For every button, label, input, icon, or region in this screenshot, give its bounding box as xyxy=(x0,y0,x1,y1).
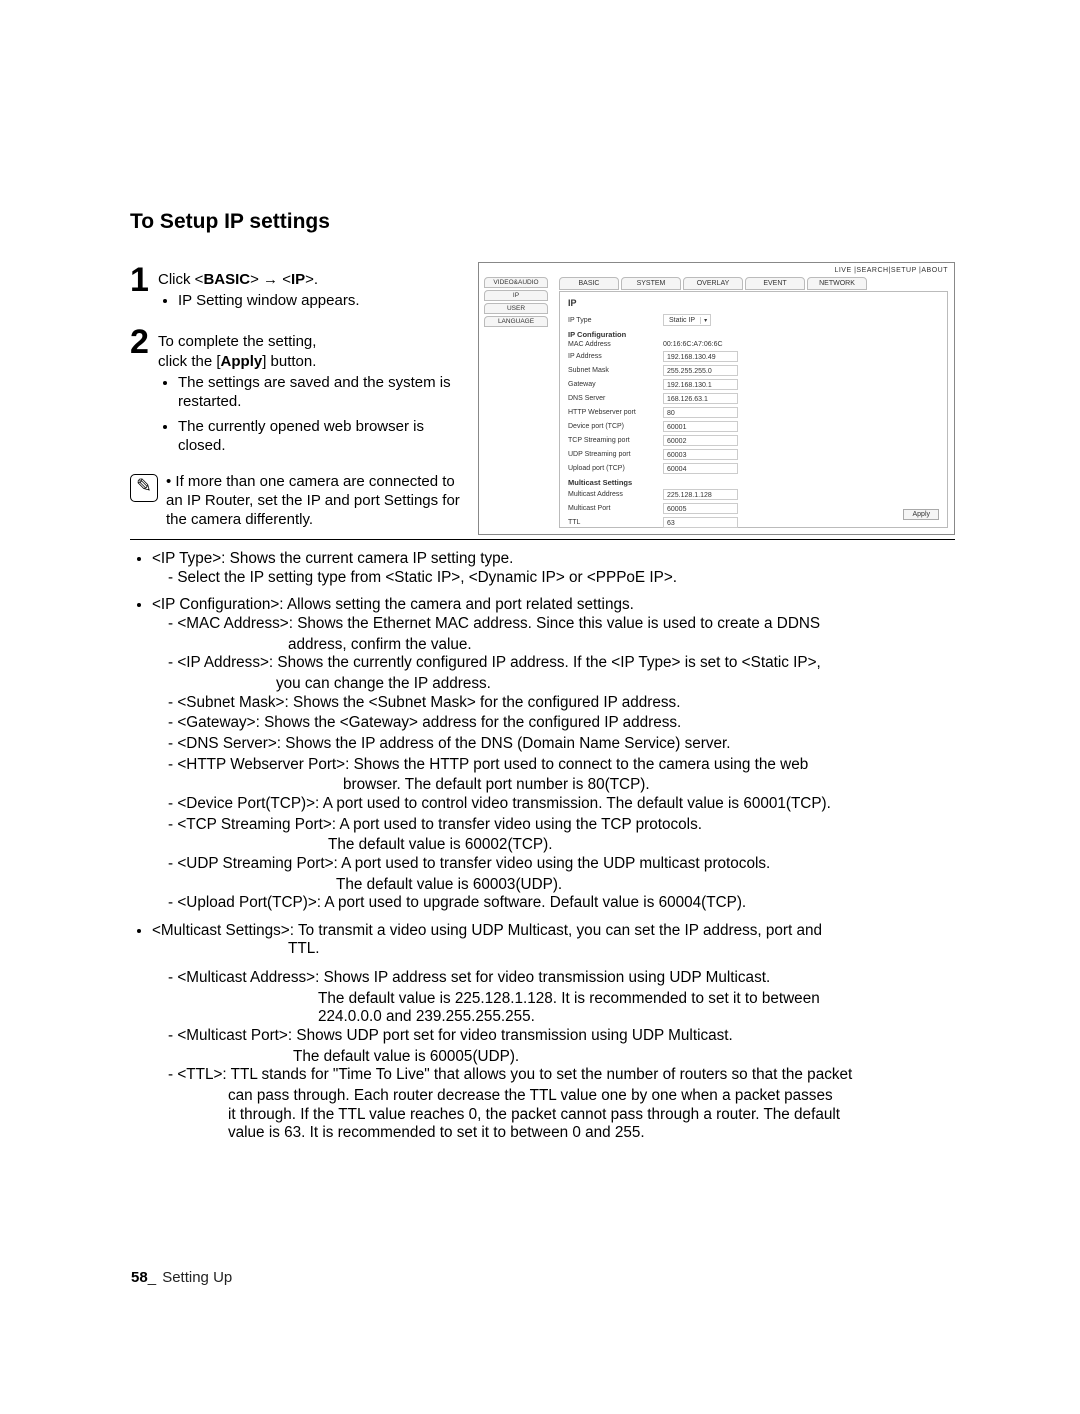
f-sm-l: Subnet Mask xyxy=(568,367,663,374)
def-dev: - <Device Port(TCP)>: A port used to con… xyxy=(168,795,955,814)
def-dns: - <DNS Server>: Shows the IP address of … xyxy=(168,735,955,754)
def-ma: - <Multicast Address>: Shows IP address … xyxy=(168,969,955,988)
def-iptype: <IP Type>: Shows the current camera IP s… xyxy=(152,550,513,567)
step-number-1: 1 xyxy=(130,262,158,320)
m-port-l: Multicast Port xyxy=(568,505,663,512)
panel-title: IP xyxy=(568,298,939,308)
f-dns-v[interactable]: 168.126.63.1 xyxy=(663,393,738,404)
note-text: • If more than one camera are connected … xyxy=(158,472,460,530)
f-http-l: HTTP Webserver port xyxy=(568,409,663,416)
def-ttl-2: can pass through. Each router decrease t… xyxy=(168,1087,955,1106)
m-addr-l: Multicast Address xyxy=(568,491,663,498)
chevron-down-icon: ▾ xyxy=(700,317,710,324)
side-language[interactable]: LANGUAGE xyxy=(484,316,548,327)
m-port-v[interactable]: 60005 xyxy=(663,503,738,514)
shot-tabs: BASIC SYSTEM OVERLAY EVENT NETWORK xyxy=(559,277,954,290)
def-mp: - <Multicast Port>: Shows UDP port set f… xyxy=(168,1027,955,1046)
iptype-select[interactable]: Static IP▾ xyxy=(663,314,711,326)
m-ttl-v[interactable]: 63 xyxy=(663,517,738,528)
shot-topnav: LIVE |SEARCH|SETUP |ABOUT xyxy=(834,267,948,274)
section-name: Setting Up xyxy=(162,1269,232,1286)
step2-line2: click the [Apply] button. xyxy=(158,353,316,370)
step-number-2: 2 xyxy=(130,324,158,465)
f-mac-l: MAC Address xyxy=(568,341,663,348)
shot-sidebar: VIDEO&AUDIO IP USER LANGUAGE xyxy=(484,277,548,327)
tab-system[interactable]: SYSTEM xyxy=(621,277,681,290)
page-number: 58 xyxy=(131,1269,148,1286)
def-udp-2: The default value is 60003(UDP). xyxy=(168,876,955,895)
def-tcp-2: The default value is 60002(TCP). xyxy=(168,836,955,855)
config-screenshot: LIVE |SEARCH|SETUP |ABOUT VIDEO&AUDIO IP… xyxy=(478,262,955,535)
step-2: 2 To complete the setting, click the [Ap… xyxy=(130,324,460,465)
f-up-v[interactable]: 60004 xyxy=(663,463,738,474)
def-ma-3: 224.0.0.0 and 239.255.255.255. xyxy=(168,1008,955,1027)
f-udp-v[interactable]: 60003 xyxy=(663,449,738,460)
ipconfig-heading: IP Configuration xyxy=(568,330,939,339)
page-footer: 58_ Setting Up xyxy=(131,1269,232,1286)
step-1: 1 Click <BASIC> → <IP>. IP Setting windo… xyxy=(130,262,460,320)
def-ttl: - <TTL>: TTL stands for "Time To Live" t… xyxy=(168,1066,955,1085)
iptype-label: IP Type xyxy=(568,317,663,324)
def-http: - <HTTP Webserver Port>: Shows the HTTP … xyxy=(168,756,955,775)
side-ip[interactable]: IP xyxy=(484,290,548,301)
f-mac-v: 00:16:6C:A7:06:6C xyxy=(663,341,723,348)
step2-bullet-1: The settings are saved and the system is… xyxy=(178,373,460,411)
def-ma-2: The default value is 225.128.1.128. It i… xyxy=(168,990,955,1009)
def-up: - <Upload Port(TCP)>: A port used to upg… xyxy=(168,894,955,913)
tab-overlay[interactable]: OVERLAY xyxy=(683,277,743,290)
def-mac-2: address, confirm the value. xyxy=(168,636,955,655)
definitions: <IP Type>: Shows the current camera IP s… xyxy=(130,540,955,1143)
step1-bullet: IP Setting window appears. xyxy=(178,291,460,310)
m-ttl-l: TTL xyxy=(568,519,663,526)
tab-event[interactable]: EVENT xyxy=(745,277,805,290)
f-up-l: Upload port (TCP) xyxy=(568,465,663,472)
f-gw-v[interactable]: 192.168.130.1 xyxy=(663,379,738,390)
def-sm: - <Subnet Mask>: Shows the <Subnet Mask>… xyxy=(168,694,955,713)
def-ip-2: you can change the IP address. xyxy=(168,675,955,694)
f-tcp-v[interactable]: 60002 xyxy=(663,435,738,446)
def-mp-2: The default value is 60005(UDP). xyxy=(168,1048,955,1067)
def-mcast-b: TTL. xyxy=(152,940,955,959)
f-sm-v[interactable]: 255.255.255.0 xyxy=(663,365,738,376)
def-mac: - <MAC Address>: Shows the Ethernet MAC … xyxy=(168,615,955,634)
def-udp: - <UDP Streaming Port>: A port used to t… xyxy=(168,855,955,874)
f-tcp-l: TCP Streaming port xyxy=(568,437,663,444)
tab-basic[interactable]: BASIC xyxy=(559,277,619,290)
def-gw: - <Gateway>: Shows the <Gateway> address… xyxy=(168,714,955,733)
f-ip-l: IP Address xyxy=(568,353,663,360)
side-user[interactable]: USER xyxy=(484,303,548,314)
mcast-heading: Multicast Settings xyxy=(568,478,939,487)
step2-line1: To complete the setting, xyxy=(158,333,316,350)
def-ip: - <IP Address>: Shows the currently conf… xyxy=(168,654,955,673)
def-http-2: browser. The default port number is 80(T… xyxy=(168,776,955,795)
f-ip-v[interactable]: 192.168.130.49 xyxy=(663,351,738,362)
note-icon: ✎ xyxy=(130,474,158,502)
f-dns-l: DNS Server xyxy=(568,395,663,402)
side-videoaudio[interactable]: VIDEO&AUDIO xyxy=(484,277,548,288)
def-ttl-4: value is 63. It is recommended to set it… xyxy=(168,1124,955,1143)
f-http-v[interactable]: 80 xyxy=(663,407,738,418)
def-ipconfig: <IP Configuration>: Allows setting the c… xyxy=(152,596,634,613)
f-udp-l: UDP Streaming port xyxy=(568,451,663,458)
section-heading: To Setup IP settings xyxy=(130,210,955,234)
f-gw-l: Gateway xyxy=(568,381,663,388)
def-mcast: <Multicast Settings>: To transmit a vide… xyxy=(152,922,822,939)
step2-bullet-2: The currently opened web browser is clos… xyxy=(178,417,460,455)
f-dev-l: Device port (TCP) xyxy=(568,423,663,430)
def-ttl-3: it through. If the TTL value reaches 0, … xyxy=(168,1106,955,1125)
apply-button[interactable]: Apply xyxy=(903,509,939,520)
tab-network[interactable]: NETWORK xyxy=(807,277,867,290)
def-iptype-sub: - Select the IP setting type from <Stati… xyxy=(168,569,955,588)
f-dev-v[interactable]: 60001 xyxy=(663,421,738,432)
step1-text: Click <BASIC> → <IP>. xyxy=(158,271,318,288)
def-tcp: - <TCP Streaming Port>: A port used to t… xyxy=(168,816,955,835)
m-addr-v[interactable]: 225.128.1.128 xyxy=(663,489,738,500)
